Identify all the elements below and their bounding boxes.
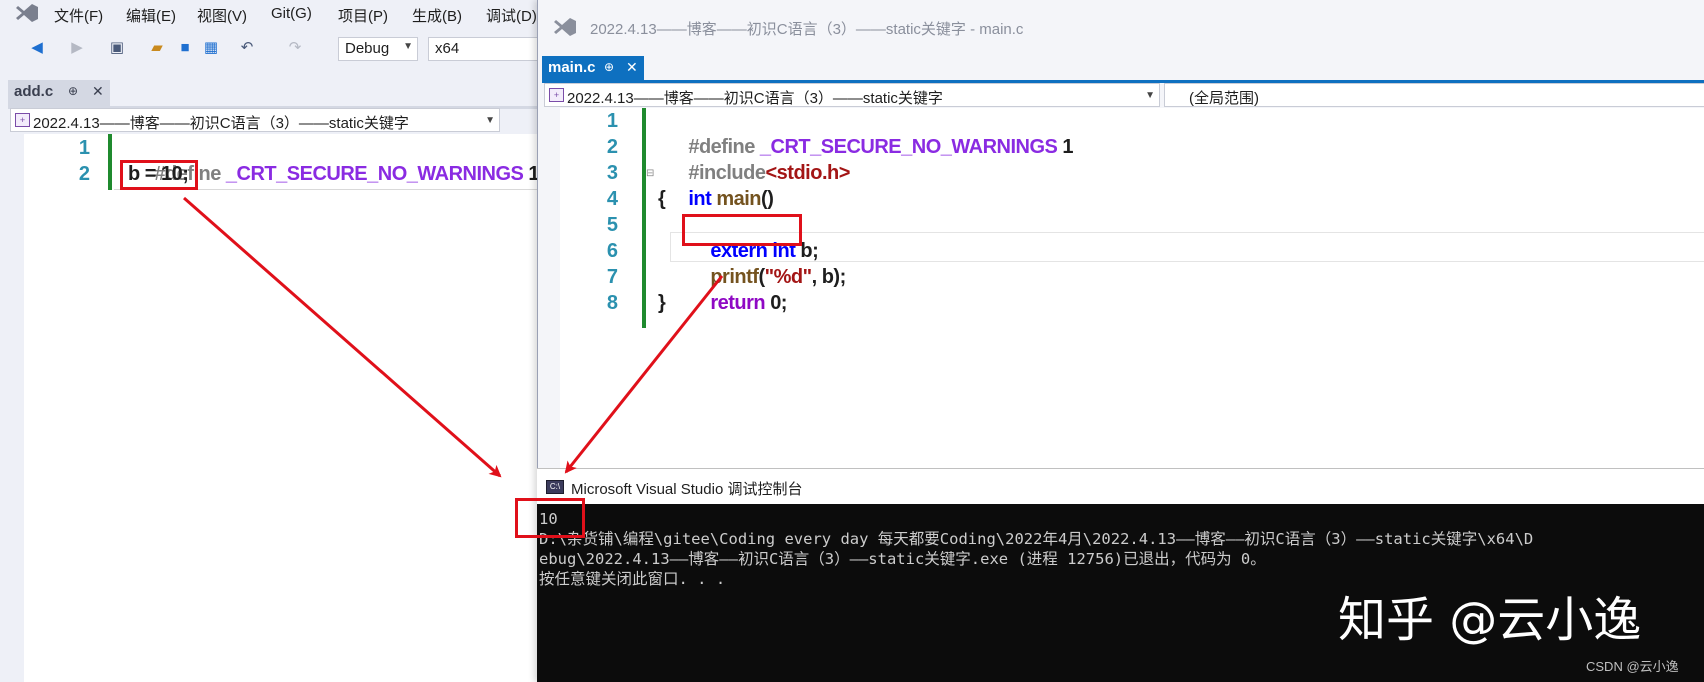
line-number: 3 <box>606 162 618 184</box>
project-nav-dropdown[interactable]: + 2022.4.13——博客——初识C语言（3）——static关键字 ▼ <box>10 108 500 132</box>
menu-debug[interactable]: 调试(D) <box>486 5 537 26</box>
change-margin <box>108 134 112 190</box>
code-line-1: #define _CRT_SECURE_NO_WARNINGS 1 <box>688 136 1074 158</box>
scope-nav-dropdown[interactable]: (全局范围) <box>1164 83 1704 107</box>
current-line-highlight <box>670 232 1704 262</box>
line-number: 1 <box>78 137 90 159</box>
tab-label: add.c <box>14 83 54 100</box>
code-line-1: #define _CRT_SECURE_NO_WARNINGS 1 <box>154 163 540 185</box>
line-number: 5 <box>606 214 618 236</box>
menu-bar: 文件(F) 编辑(E) 视图(V) Git(G) 项目(P) 生成(B) 调试(… <box>0 0 540 28</box>
forward-icon[interactable]: ▶ <box>68 39 86 57</box>
new-project-icon[interactable]: ▣ <box>108 39 126 57</box>
undo-icon[interactable]: ↶ <box>238 39 256 57</box>
save-icon[interactable]: ■ <box>176 39 194 57</box>
annotation-box-b-assign <box>120 160 198 190</box>
code-line-8: } <box>658 292 666 314</box>
open-folder-icon[interactable]: ▰ <box>148 39 166 57</box>
code-editor-main-c[interactable]: 1 2 3 4 5 6 7 8 ⊟ #define _CRT_SECURE_NO… <box>560 108 1704 468</box>
project-nav-label: 2022.4.13——博客——初识C语言（3）——static关键字 <box>33 115 409 132</box>
close-icon[interactable]: ✕ <box>92 83 104 100</box>
menu-project[interactable]: 项目(P) <box>338 5 388 26</box>
console-line: ebug\2022.4.13——博客——初识C语言（3）——static关键字.… <box>539 550 1266 568</box>
menu-build[interactable]: 生成(B) <box>412 5 462 26</box>
chevron-down-icon: ▼ <box>485 115 495 126</box>
tab-add-c[interactable]: add.c ⊕ ✕ <box>8 80 110 106</box>
line-number: 7 <box>606 266 618 288</box>
tab-label: main.c <box>548 59 596 76</box>
annotation-box-extern <box>682 214 802 246</box>
back-icon[interactable]: ◀ <box>28 39 46 57</box>
project-nav-dropdown[interactable]: + 2022.4.13——博客——初识C语言（3）——static关键字 ▼ <box>544 83 1160 107</box>
annotation-box-output <box>515 498 585 538</box>
menu-edit[interactable]: 编辑(E) <box>126 5 176 26</box>
scope-nav-label: (全局范围) <box>1189 90 1259 107</box>
project-icon: + <box>549 88 564 102</box>
chevron-down-icon: ▼ <box>403 41 413 52</box>
console-line: D:\杂货铺\编程\gitee\Coding every day 每天都要Cod… <box>539 530 1534 548</box>
line-number: 6 <box>606 240 618 262</box>
save-all-icon[interactable]: ▦ <box>202 39 220 57</box>
csdn-watermark: CSDN @云小逸 <box>1586 659 1679 674</box>
menu-file[interactable]: 文件(F) <box>54 5 103 26</box>
console-title-bar: C:\ Microsoft Visual Studio 调试控制台 <box>537 468 1704 504</box>
line-number: 2 <box>78 163 90 185</box>
project-nav-label: 2022.4.13——博客——初识C语言（3）——static关键字 <box>567 90 943 107</box>
console-line: 按任意键关闭此窗口. . . <box>539 570 726 588</box>
menu-view[interactable]: 视图(V) <box>197 5 247 26</box>
visual-studio-logo-icon <box>16 4 38 22</box>
console-title: Microsoft Visual Studio 调试控制台 <box>571 481 803 498</box>
collapse-icon[interactable]: ⊟ <box>646 168 654 179</box>
console-icon: C:\ <box>546 480 564 494</box>
code-line-4: { <box>658 188 666 210</box>
toolbar: ◀ ▶ ▣ ▰ ■ ▦ ↶ ↷ Debug ▼ x64 <box>0 34 540 64</box>
line-number: 4 <box>606 188 618 210</box>
visual-studio-logo-icon <box>554 18 576 36</box>
pin-icon[interactable]: ⊕ <box>68 84 78 98</box>
platform-dropdown[interactable]: x64 <box>428 37 540 61</box>
configuration-dropdown[interactable]: Debug ▼ <box>338 37 418 61</box>
tab-main-c[interactable]: main.c ⊕ ✕ <box>542 56 644 80</box>
code-line-3: int main() <box>688 188 774 210</box>
redo-icon[interactable]: ↷ <box>286 39 304 57</box>
line-number: 2 <box>606 136 618 158</box>
document-tabs: add.c ⊕ ✕ <box>0 80 540 106</box>
code-line-2: #include<stdio.h> <box>688 162 850 184</box>
platform-value: x64 <box>435 40 460 57</box>
zhihu-watermark: 知乎 @云小逸 <box>1338 592 1642 648</box>
menu-git[interactable]: Git(G) <box>271 5 312 22</box>
code-editor-add-c[interactable]: 1 2 #define _CRT_SECURE_NO_WARNINGS 1 b … <box>24 134 540 682</box>
configuration-value: Debug <box>345 40 390 57</box>
code-line-7: return 0; <box>710 292 787 314</box>
change-margin <box>642 108 646 328</box>
title-bar: 2022.4.13——博客——初识C语言（3）——static关键字 - mai… <box>538 0 1704 54</box>
line-number: 1 <box>606 110 618 132</box>
line-number: 8 <box>606 292 618 314</box>
project-icon: + <box>15 113 30 127</box>
pin-icon[interactable]: ⊕ <box>604 60 614 74</box>
close-icon[interactable]: ✕ <box>626 59 638 76</box>
window-title: 2022.4.13——博客——初识C语言（3）——static关键字 - mai… <box>590 21 1024 38</box>
chevron-down-icon: ▼ <box>1145 90 1155 101</box>
left-vs-window: 文件(F) 编辑(E) 视图(V) Git(G) 项目(P) 生成(B) 调试(… <box>0 0 540 682</box>
